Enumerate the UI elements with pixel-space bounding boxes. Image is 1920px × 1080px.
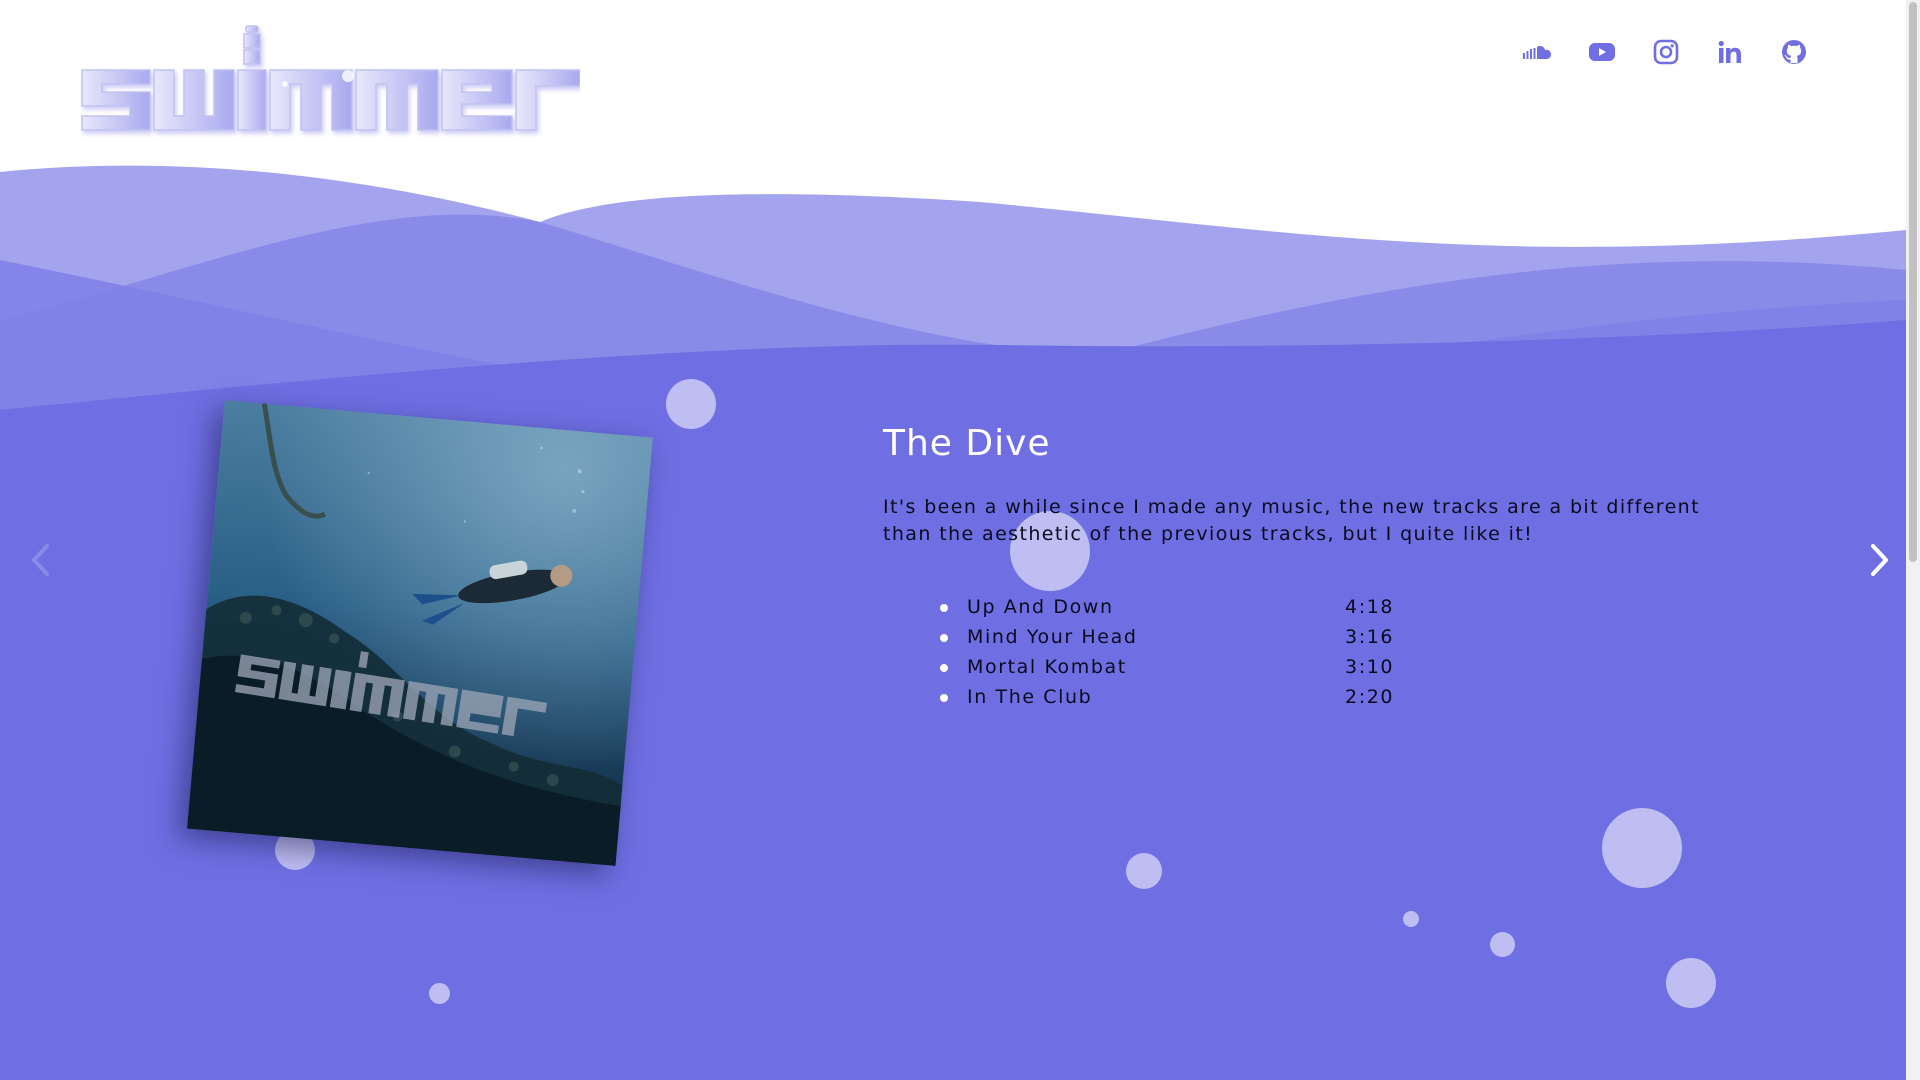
- track-item[interactable]: In The Club 2:20: [940, 682, 1392, 712]
- track-length: 4:18: [1345, 596, 1395, 618]
- chevron-right-icon: [1871, 544, 1888, 576]
- track-length: 3:16: [1345, 626, 1395, 648]
- bullet-icon: [940, 634, 948, 642]
- track-item[interactable]: Mind Your Head 3:16: [940, 622, 1392, 652]
- page: The Dive It's been a while since I made …: [0, 0, 1906, 1080]
- track-name: Mind Your Head: [967, 626, 1138, 648]
- linkedin-icon[interactable]: [1712, 34, 1748, 70]
- social-links: [1520, 32, 1812, 72]
- album-cover[interactable]: [187, 400, 653, 866]
- chevron-left-icon: [32, 544, 49, 576]
- bubble: [1602, 808, 1682, 888]
- bubble: [1126, 853, 1162, 889]
- bubble: [666, 379, 716, 429]
- bullet-icon: [940, 694, 948, 702]
- scrollbar-thumb[interactable]: [1909, 2, 1917, 562]
- bubble: [1490, 932, 1515, 957]
- carousel-next-button[interactable]: [1860, 540, 1900, 580]
- track-item[interactable]: Up And Down 4:18: [940, 592, 1392, 622]
- vertical-scrollbar[interactable]: [1906, 0, 1920, 1080]
- github-icon[interactable]: [1776, 34, 1812, 70]
- bubble: [1403, 911, 1419, 927]
- track-name: In The Club: [967, 686, 1093, 708]
- bullet-icon: [940, 664, 948, 672]
- track-name: Mortal Kombat: [967, 656, 1127, 678]
- track-length: 3:10: [1345, 656, 1395, 678]
- carousel-prev-button[interactable]: [20, 540, 60, 580]
- site-logo[interactable]: [80, 20, 581, 140]
- track-name: Up And Down: [967, 596, 1114, 618]
- bullet-icon: [940, 604, 948, 612]
- release-title: The Dive: [883, 423, 1051, 464]
- bubble: [1666, 958, 1716, 1008]
- release-description: It's been a while since I made any music…: [883, 496, 1700, 545]
- instagram-icon[interactable]: [1648, 34, 1684, 70]
- youtube-icon[interactable]: [1584, 34, 1620, 70]
- soundcloud-icon[interactable]: [1520, 34, 1556, 70]
- track-item[interactable]: Mortal Kombat 3:10: [940, 652, 1392, 682]
- track-length: 2:20: [1345, 686, 1395, 708]
- bubble: [429, 983, 450, 1004]
- tracklist: Up And Down 4:18 Mind Your Head 3:16 Mor…: [940, 592, 1392, 712]
